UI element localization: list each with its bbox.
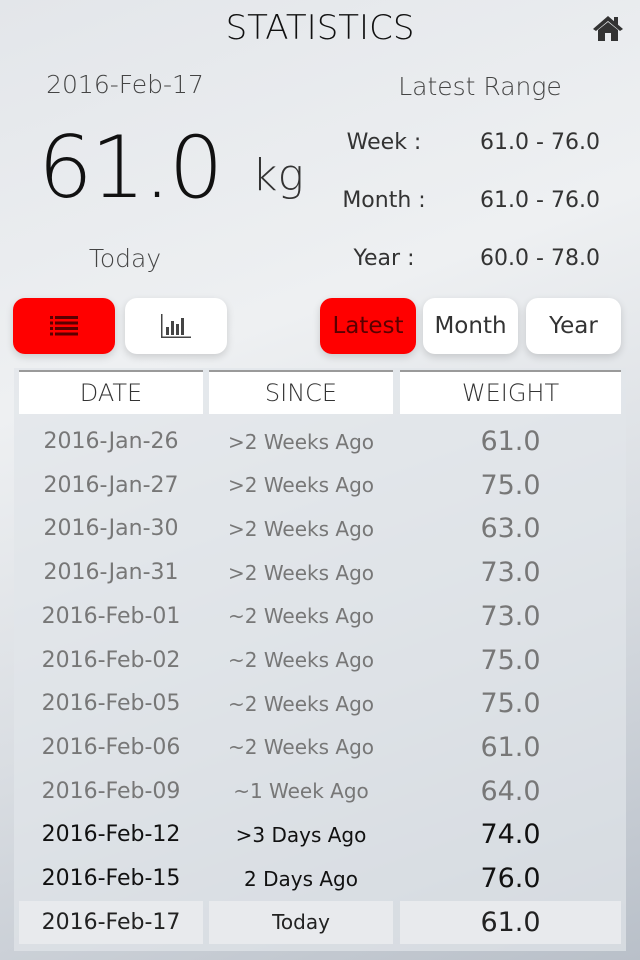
- column-header-weight[interactable]: WEIGHT: [400, 370, 621, 414]
- table-row[interactable]: 2016-Jan-30 >2 Weeks Ago 63.0: [14, 507, 626, 550]
- row-date: 2016-Jan-31: [43, 560, 179, 586]
- row-weight: 61.0: [400, 900, 621, 944]
- table-row[interactable]: 2016-Feb-17 Today 61.0: [14, 900, 626, 944]
- current-label: Today: [88, 244, 162, 273]
- row-weight: 64.0: [480, 775, 541, 807]
- row-date: 2016-Feb-06: [41, 734, 181, 760]
- table-row[interactable]: 2016-Feb-12 >3 Days Ago 74.0: [14, 813, 626, 856]
- table-row[interactable]: 2016-Jan-26 >2 Weeks Ago 61.0: [14, 420, 626, 463]
- range-row-month: Month : 61.0 - 76.0: [330, 188, 620, 218]
- tab-latest[interactable]: Latest: [320, 298, 416, 354]
- table-row[interactable]: 2016-Feb-06 ~2 Weeks Ago 61.0: [14, 726, 626, 769]
- range-value: 60.0 - 78.0: [480, 246, 600, 271]
- row-date: 2016-Jan-30: [43, 516, 179, 542]
- row-date: 2016-Feb-09: [41, 778, 181, 804]
- row-date: 2016-Feb-17: [19, 900, 203, 944]
- row-date: 2016-Feb-01: [41, 603, 181, 629]
- weight-table: DATE SINCE WEIGHT 2016-Jan-26 >2 Weeks Ag…: [14, 368, 626, 951]
- table-row[interactable]: 2016-Feb-05 ~2 Weeks Ago 75.0: [14, 682, 626, 725]
- range-row-year: Year : 60.0 - 78.0: [330, 246, 620, 276]
- row-since: ~1 Week Ago: [233, 779, 369, 804]
- row-since: ~2 Weeks Ago: [227, 648, 375, 672]
- row-since: Today: [209, 900, 393, 944]
- range-value: 61.0 - 76.0: [480, 130, 600, 155]
- row-weight: 73.0: [480, 600, 541, 632]
- table-row[interactable]: 2016-Feb-09 ~1 Week Ago 64.0: [14, 770, 626, 813]
- row-weight: 75.0: [480, 644, 541, 676]
- page-title: STATISTICS: [225, 8, 415, 48]
- tab-month[interactable]: Month: [423, 298, 518, 354]
- bar-chart-icon: [161, 314, 191, 338]
- range-label: Month :: [342, 188, 426, 213]
- row-date: 2016-Feb-02: [41, 647, 181, 673]
- row-since: 2 Days Ago: [244, 866, 358, 891]
- table-row[interactable]: 2016-Jan-31 >2 Weeks Ago 73.0: [14, 551, 626, 594]
- home-icon: [593, 16, 623, 41]
- row-since: >2 Weeks Ago: [227, 429, 375, 454]
- row-date: 2016-Jan-26: [43, 429, 179, 454]
- row-weight: 61.0: [480, 426, 541, 457]
- row-weight: 75.0: [480, 469, 541, 501]
- chart-view-button[interactable]: [125, 298, 227, 354]
- table-header: DATE SINCE WEIGHT: [14, 370, 626, 414]
- range-value: 61.0 - 76.0: [480, 188, 600, 213]
- row-weight: 74.0: [480, 819, 541, 851]
- home-button[interactable]: [592, 14, 624, 42]
- row-since: ~2 Weeks Ago: [227, 691, 375, 716]
- row-since: ~2 Weeks Ago: [227, 604, 375, 629]
- column-header-date[interactable]: DATE: [19, 370, 203, 414]
- range-label: Year :: [353, 246, 415, 271]
- column-header-since[interactable]: SINCE: [209, 370, 393, 414]
- row-date: 2016-Jan-27: [43, 472, 179, 498]
- current-date: 2016-Feb-17: [46, 70, 204, 99]
- row-since: >2 Weeks Ago: [227, 473, 375, 498]
- row-weight: 73.0: [480, 557, 541, 589]
- list-view-button[interactable]: [13, 298, 115, 354]
- tab-year[interactable]: Year: [526, 298, 621, 354]
- current-weight: 61.0: [38, 118, 223, 218]
- row-since: >3 Days Ago: [235, 822, 367, 847]
- row-weight: 63.0: [480, 513, 541, 545]
- range-title: Latest Range: [398, 72, 562, 101]
- row-date: 2016-Feb-05: [41, 691, 181, 717]
- row-date: 2016-Feb-15: [41, 866, 181, 891]
- row-since: ~2 Weeks Ago: [227, 735, 375, 760]
- row-since: >2 Weeks Ago: [227, 560, 375, 585]
- table-row[interactable]: 2016-Feb-02 ~2 Weeks Ago 75.0: [14, 639, 626, 682]
- range-label: Week :: [346, 130, 422, 155]
- row-date: 2016-Feb-12: [41, 822, 181, 848]
- row-weight: 75.0: [480, 688, 541, 720]
- row-weight: 76.0: [480, 863, 541, 894]
- table-row[interactable]: 2016-Feb-15 2 Days Ago 76.0: [14, 857, 626, 900]
- row-weight: 61.0: [480, 731, 541, 763]
- row-since: >2 Weeks Ago: [227, 516, 375, 541]
- table-row[interactable]: 2016-Jan-27 >2 Weeks Ago 75.0: [14, 464, 626, 507]
- list-icon: [50, 316, 78, 336]
- range-row-week: Week : 61.0 - 76.0: [330, 130, 620, 160]
- table-row[interactable]: 2016-Feb-01 ~2 Weeks Ago 73.0: [14, 595, 626, 638]
- weight-unit: kg: [252, 150, 304, 201]
